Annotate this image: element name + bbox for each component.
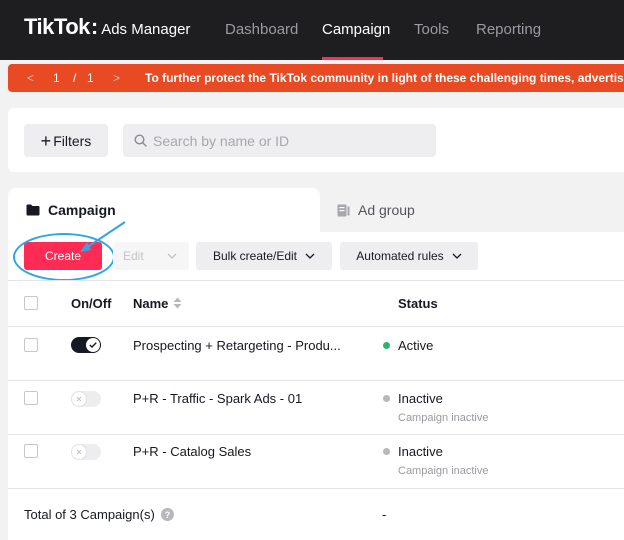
announcement-bar: < 1 / 1 > To further protect the TikTok … xyxy=(8,64,624,92)
total-campaigns-label: Total of 3 Campaign(s) xyxy=(24,507,155,522)
active-nav-indicator xyxy=(322,57,383,60)
status-dot-inactive xyxy=(383,395,390,402)
column-header-onoff: On/Off xyxy=(71,296,112,311)
logo-colon: : xyxy=(90,14,99,39)
close-icon xyxy=(76,396,82,402)
automated-rules-label: Automated rules xyxy=(356,249,444,263)
campaign-toggle[interactable] xyxy=(71,444,101,460)
table-divider xyxy=(8,280,624,281)
tab-ad-group[interactable]: Ad group xyxy=(320,188,624,233)
close-icon xyxy=(76,449,82,455)
table-divider xyxy=(8,326,624,327)
column-header-status: Status xyxy=(398,296,438,311)
filters-label: Filters xyxy=(53,132,92,149)
search-box[interactable] xyxy=(123,124,436,157)
chevron-right-icon[interactable]: > xyxy=(113,71,120,85)
help-icon[interactable]: ? xyxy=(161,508,174,521)
automated-rules-dropdown[interactable]: Automated rules xyxy=(340,242,478,270)
create-button[interactable]: Create xyxy=(24,242,102,270)
toggle-knob xyxy=(72,445,86,459)
status-total-value: - xyxy=(382,507,387,522)
status-label: Inactive xyxy=(398,444,443,459)
table-row-divider xyxy=(8,380,624,381)
tab-campaign-label: Campaign xyxy=(48,202,116,218)
row-checkbox[interactable] xyxy=(24,338,38,352)
campaign-name-link[interactable]: P+R - Traffic - Spark Ads - 01 xyxy=(133,391,302,406)
nav-reporting[interactable]: Reporting xyxy=(476,21,541,38)
logo-subtitle: Ads Manager xyxy=(101,21,191,38)
chevron-left-icon[interactable]: < xyxy=(27,71,34,85)
bulk-label: Bulk create/Edit xyxy=(212,249,298,263)
tab-campaign[interactable]: Campaign xyxy=(8,188,320,233)
campaign-name-link[interactable]: P+R - Catalog Sales xyxy=(133,444,251,459)
column-header-name[interactable]: Name xyxy=(133,296,168,311)
table-row-divider xyxy=(8,488,624,489)
nav-campaign[interactable]: Campaign xyxy=(322,21,390,38)
filter-bar: + Filters xyxy=(8,108,624,172)
campaign-table-panel xyxy=(8,232,624,540)
search-icon xyxy=(134,134,147,147)
sort-icon[interactable] xyxy=(173,297,182,309)
top-nav: TikTok : Ads Manager Dashboard Campaign … xyxy=(0,0,624,60)
campaign-toggle[interactable] xyxy=(71,337,101,353)
chevron-down-icon xyxy=(305,253,315,259)
toggle-knob xyxy=(86,338,100,352)
announcement-text[interactable]: To further protect the TikTok community … xyxy=(145,71,624,85)
chevron-down-icon xyxy=(167,253,177,259)
search-input[interactable] xyxy=(153,124,423,157)
status-label: Active xyxy=(398,338,434,353)
edit-dropdown[interactable]: Edit xyxy=(113,242,189,270)
status-label: Inactive xyxy=(398,391,443,406)
tiktok-ads-manager-logo[interactable]: TikTok : Ads Manager xyxy=(24,14,190,40)
logo-text: TikTok xyxy=(24,14,90,39)
ad-group-icon xyxy=(337,204,350,217)
toggle-knob xyxy=(72,392,86,406)
status-dot-inactive xyxy=(383,448,390,455)
status-dot-active xyxy=(383,342,390,349)
row-checkbox[interactable] xyxy=(24,444,38,458)
edit-label: Edit xyxy=(123,249,144,263)
announcement-total-pages: 1 xyxy=(87,71,94,85)
announcement-page-separator: / xyxy=(73,71,77,85)
filters-button[interactable]: + Filters xyxy=(24,124,108,157)
nav-dashboard[interactable]: Dashboard xyxy=(225,21,298,38)
announcement-current-page: 1 xyxy=(53,71,60,85)
status-sublabel: Campaign inactive xyxy=(398,465,489,477)
select-all-checkbox[interactable] xyxy=(24,296,38,310)
table-row-divider xyxy=(8,434,624,435)
bulk-create-edit-dropdown[interactable]: Bulk create/Edit xyxy=(196,242,332,270)
tab-ad-group-label: Ad group xyxy=(358,202,415,218)
nav-tools[interactable]: Tools xyxy=(414,21,449,38)
status-sublabel: Campaign inactive xyxy=(398,412,489,424)
check-icon xyxy=(89,342,97,348)
campaign-toggle[interactable] xyxy=(71,391,101,407)
row-checkbox[interactable] xyxy=(24,391,38,405)
campaign-name-link[interactable]: Prospecting + Retargeting - Produ... xyxy=(133,338,341,353)
chevron-down-icon xyxy=(452,253,462,259)
folder-icon xyxy=(26,204,40,216)
plus-icon: + xyxy=(40,130,52,151)
